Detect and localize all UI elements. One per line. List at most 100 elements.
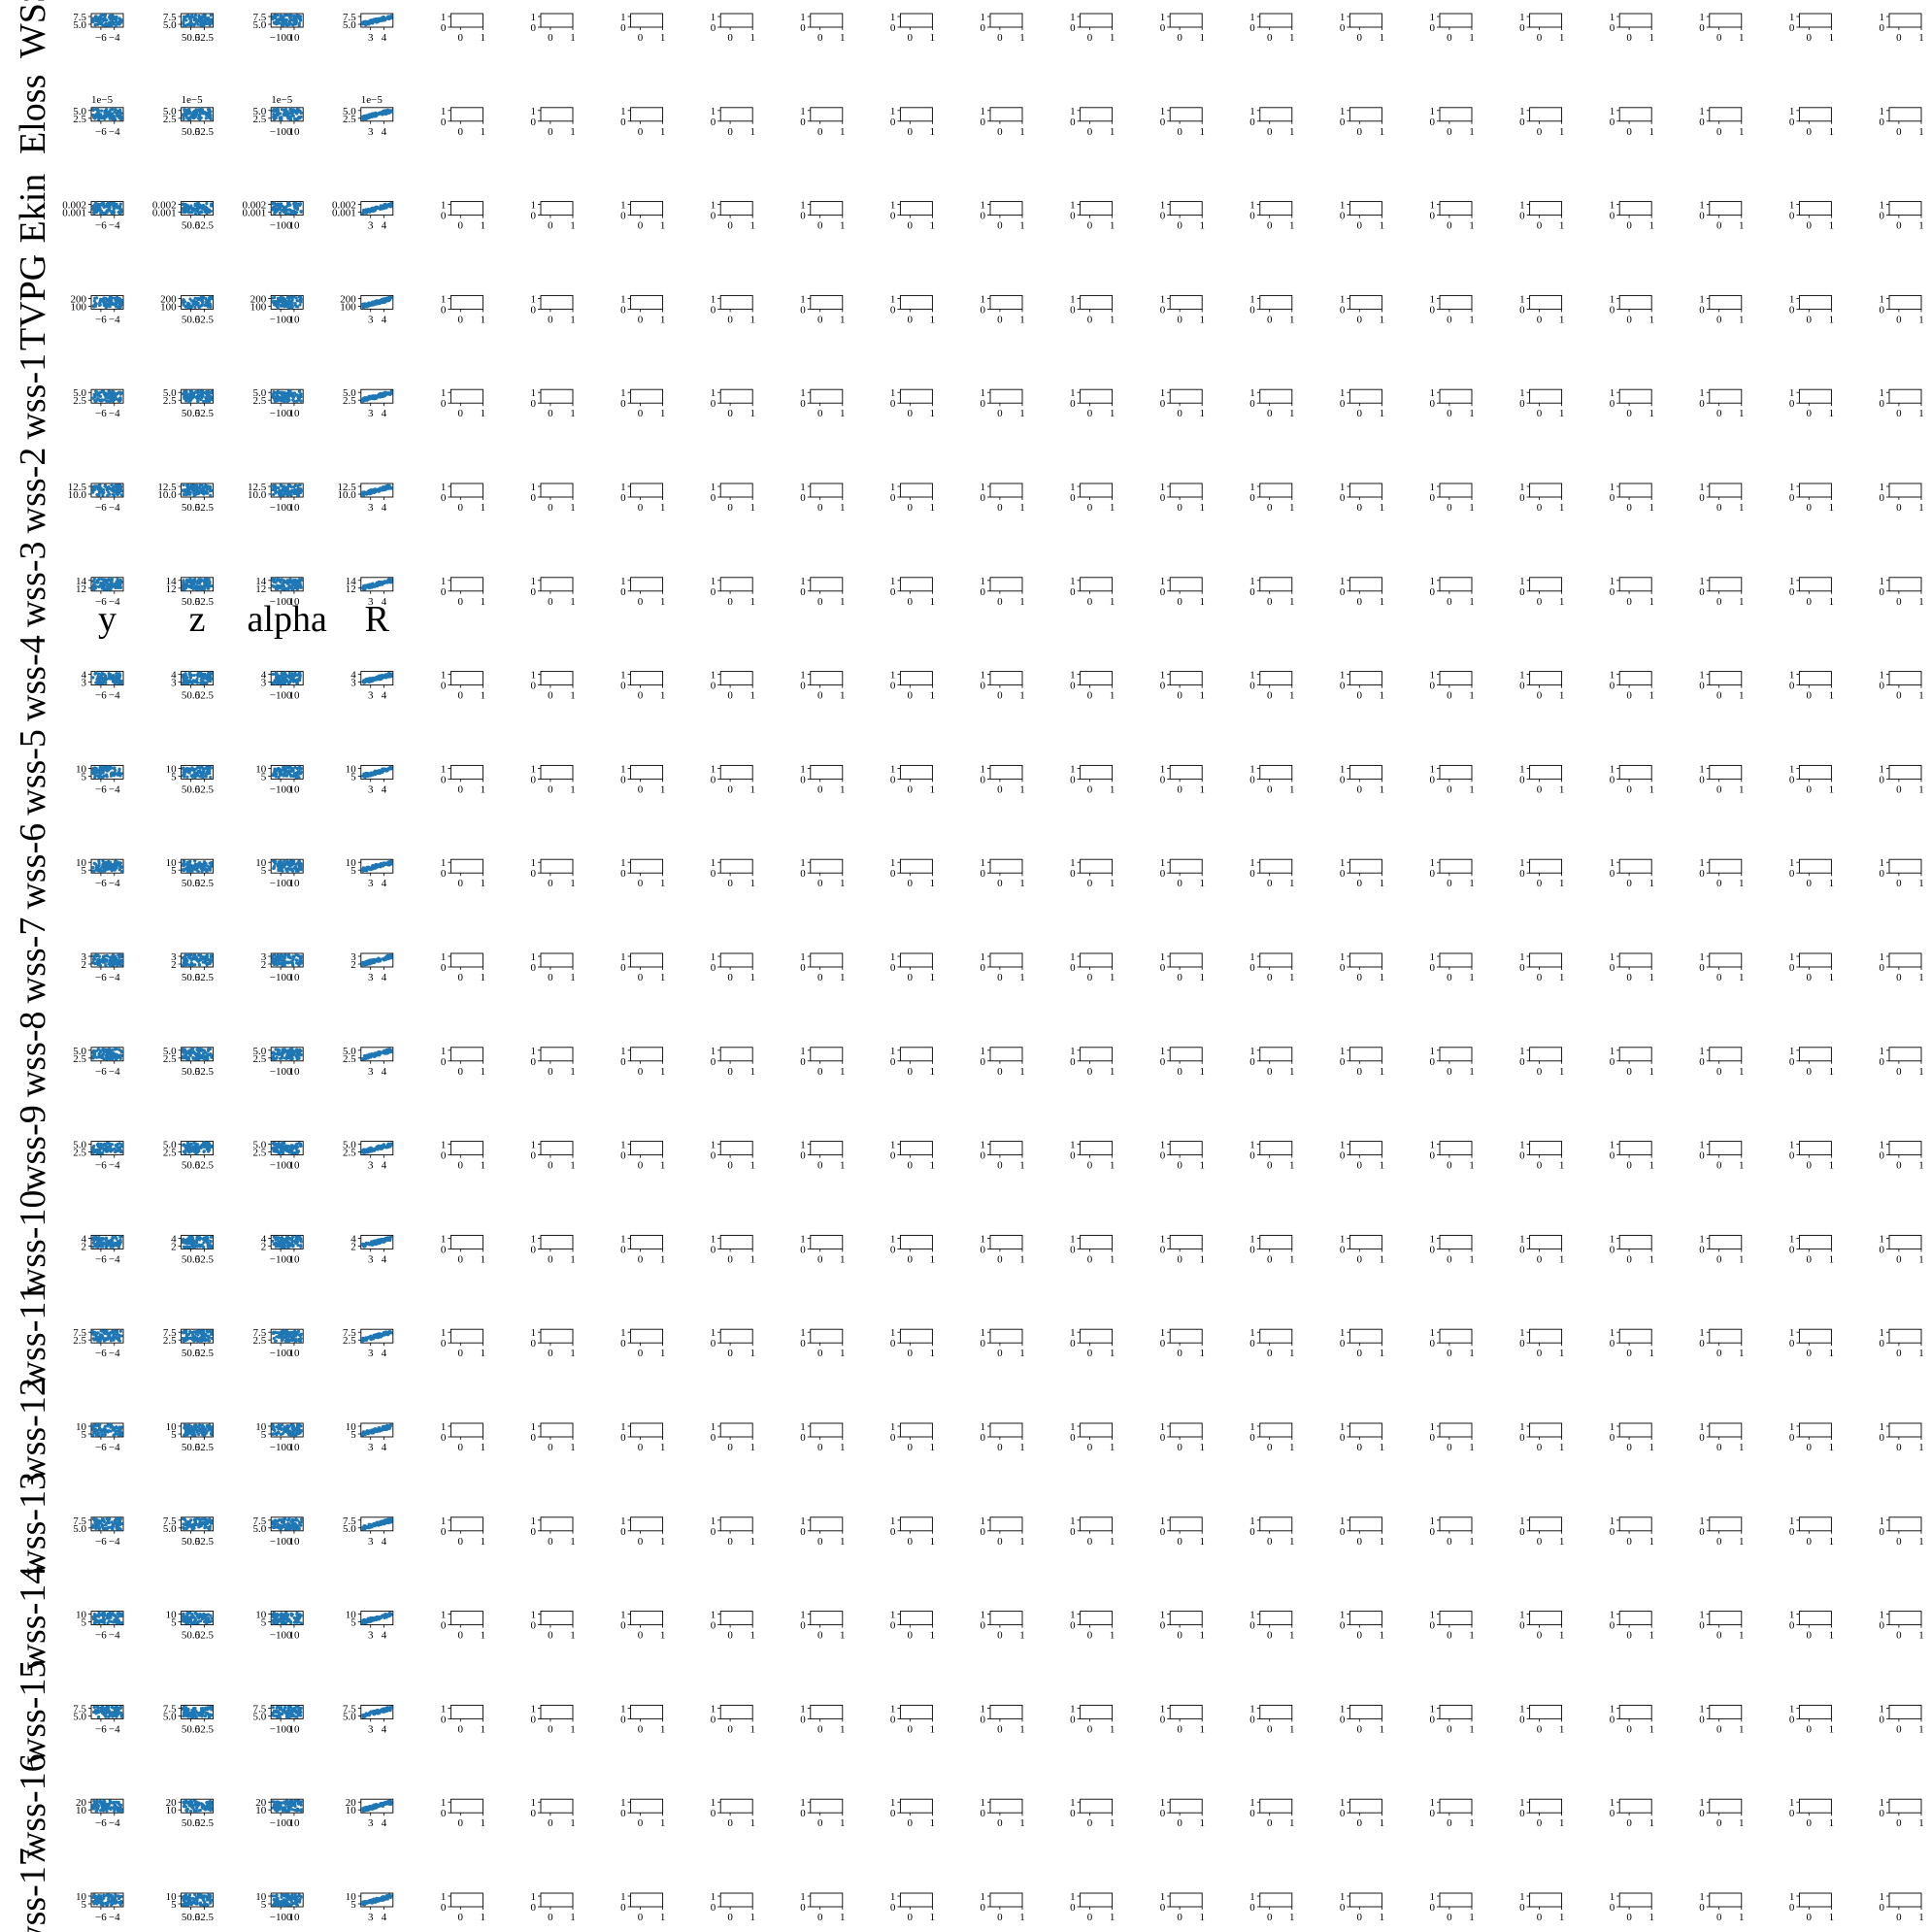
y-tick-label: 1	[800, 387, 806, 399]
y-tick-label: 0	[1789, 398, 1795, 410]
y-tick-label: 0	[711, 681, 716, 692]
data-point	[192, 22, 197, 26]
y-tick-label: 1	[800, 482, 806, 493]
x-tick-label: 0	[1716, 502, 1722, 514]
x-tick-label: 1	[660, 596, 666, 608]
data-point	[379, 204, 383, 208]
y-tick-label: 0	[890, 492, 896, 504]
axes-frame	[1259, 201, 1293, 217]
data-point	[109, 203, 113, 207]
y-tick-label: 0	[890, 117, 896, 128]
axes-frame	[1348, 577, 1382, 592]
x-tick-label: 0	[997, 126, 1003, 138]
y-tick-label: 1	[1699, 387, 1705, 399]
x-tick-label: 1	[1019, 126, 1025, 138]
y-tick-label: 1	[1519, 293, 1525, 305]
x-tick-label: 0	[548, 783, 553, 795]
data-point	[96, 675, 101, 680]
data-point	[110, 115, 114, 119]
y-tick-label: 0	[1430, 681, 1436, 692]
data-point	[91, 204, 95, 208]
y-tick-label: 1	[441, 576, 447, 587]
data-point	[295, 108, 299, 112]
y-tick-label: 1	[1340, 482, 1346, 493]
x-tick-label: 0	[1087, 314, 1093, 325]
y-tick-label: 1	[1249, 293, 1255, 305]
y-tick-label: 0	[1070, 211, 1076, 222]
data-point	[117, 581, 121, 584]
y-tick-label: 200	[160, 293, 177, 305]
y-tick-label: 1	[531, 482, 537, 493]
data-point	[292, 773, 297, 777]
x-tick-label: 0	[1716, 408, 1722, 419]
data-point	[199, 389, 203, 393]
empty-panel: 010 1	[890, 12, 935, 44]
axes-frame	[1888, 294, 1922, 310]
data-point	[91, 580, 95, 583]
data-point	[182, 208, 185, 213]
data-point	[280, 117, 283, 121]
x-tick-label: 0	[908, 596, 914, 608]
axes-frame	[1169, 294, 1203, 310]
empty-panel: 010 1	[1880, 200, 1924, 232]
y-tick-label: 1	[1070, 387, 1076, 399]
data-point	[108, 305, 112, 309]
x-tick-label: 0	[997, 314, 1003, 325]
empty-panel: 010 1	[1699, 12, 1744, 44]
empty-panel: 010 1	[620, 106, 665, 138]
data-point	[290, 113, 294, 117]
data-point	[196, 389, 200, 393]
scatter-panel: 10.012.53 4	[338, 482, 394, 514]
x-tick-label: 1	[1829, 690, 1835, 702]
data-point	[382, 486, 385, 490]
row-label: wss-4	[13, 635, 53, 721]
data-point	[117, 17, 121, 20]
y-tick-label: 1	[1249, 670, 1255, 682]
data-point	[294, 296, 298, 300]
data-point	[205, 681, 209, 684]
x-tick-label: 0	[997, 408, 1003, 419]
data-point	[101, 17, 105, 21]
axes-frame	[1080, 294, 1114, 310]
x-tick-label: 0	[908, 502, 914, 514]
data-point	[190, 580, 194, 583]
scatter-panel: 10.012.5−6 −4	[68, 482, 124, 514]
data-point	[108, 23, 112, 27]
empty-panel: 010 1	[800, 293, 845, 325]
data-point	[387, 15, 391, 18]
data-point	[293, 302, 297, 306]
x-tick-label: 1	[1199, 220, 1205, 232]
y-tick-label: 0	[800, 398, 806, 410]
data-point	[371, 489, 376, 493]
data-point	[197, 117, 201, 120]
y-tick-label: 0	[1070, 681, 1076, 692]
y-tick-label: 0	[1880, 304, 1885, 316]
data-point	[102, 211, 106, 216]
data-point	[94, 671, 98, 675]
axes-frame	[1888, 671, 1922, 686]
axes-frame	[1798, 201, 1832, 217]
empty-panel: 010 1	[531, 763, 576, 795]
y-tick-label: 1	[620, 670, 626, 682]
y-tick-label: 0	[1160, 681, 1166, 692]
x-tick-label: 1	[1380, 408, 1385, 419]
y-tick-label: 0	[1519, 211, 1525, 222]
data-point	[182, 767, 185, 771]
y-tick-label: 1	[1340, 576, 1346, 587]
data-point	[184, 115, 188, 118]
y-tick-label: 1	[1070, 670, 1076, 682]
x-tick-label: 1	[1559, 408, 1565, 419]
empty-panel: 010 1	[1340, 200, 1384, 232]
y-tick-label: 14	[346, 576, 357, 587]
axes-frame	[540, 294, 574, 310]
data-point	[279, 580, 283, 584]
x-tick-label: 1	[1648, 408, 1654, 419]
y-tick-label: 0	[1340, 22, 1346, 34]
data-point	[202, 399, 206, 404]
x-tick-label: 0	[727, 126, 733, 138]
y-tick-label: 0	[441, 211, 447, 222]
empty-panel: 010 1	[1789, 200, 1834, 232]
y-tick-label: 14	[255, 576, 267, 587]
y-tick-label: 0	[981, 117, 986, 128]
x-tick-label: 1	[570, 408, 576, 419]
